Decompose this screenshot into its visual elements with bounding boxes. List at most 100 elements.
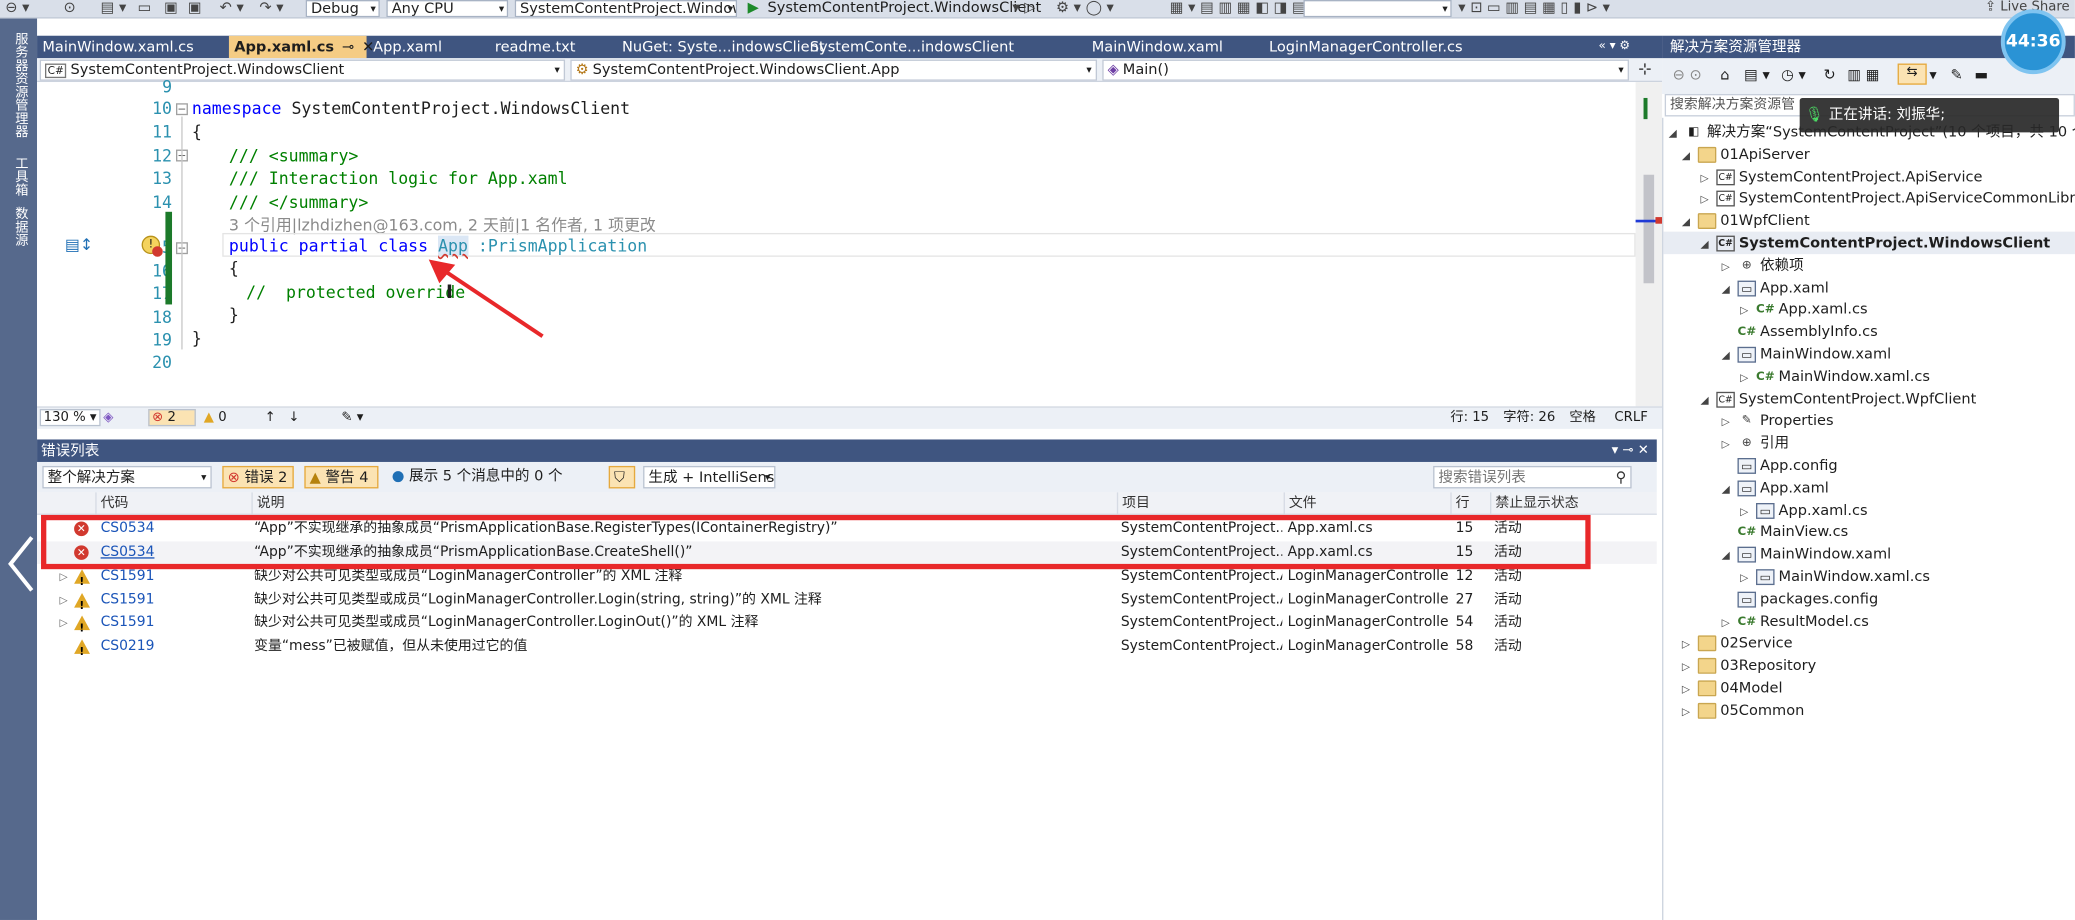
code-editor[interactable]: 9 10 11 12 13 14 15 16 17 18 19 20 ▤↕ ! … <box>37 77 1663 407</box>
tree-node[interactable]: ▷ ⊕ 依赖项 <box>1722 254 1804 277</box>
zoom-select[interactable]: 130 % ▾ <box>39 409 101 427</box>
tree-node[interactable]: ▷ ⊕ 引用 <box>1722 432 1789 455</box>
warnings-filter-button[interactable]: ▲ 警告 4 <box>304 465 379 489</box>
warning-row[interactable]: ! CS0219 变量“mess”已被赋值，但从未使用过它的值 SystemCo… <box>37 635 1657 658</box>
tree-node[interactable]: ◢ ▭ MainWindow.xaml <box>1722 543 1891 567</box>
tree-node[interactable]: ▷ 05Common <box>1682 699 1804 722</box>
col-file[interactable]: 文件 <box>1283 492 1451 515</box>
expanded-arrow-icon[interactable]: ◢ <box>1669 122 1685 145</box>
filter-icon[interactable]: ⛉ <box>608 465 636 489</box>
expanded-arrow-icon[interactable]: ◢ <box>1722 277 1738 300</box>
undo-icon[interactable]: ↶ ▾ <box>220 0 244 16</box>
build-filter-select[interactable]: 生成 + IntelliSense ▾ <box>643 465 776 489</box>
expanded-arrow-icon[interactable]: ◢ <box>1722 478 1738 501</box>
warning-row[interactable]: ▷ ! CS1591 缺少对公共可见类型或成员“LoginManagerCont… <box>37 612 1657 635</box>
nav-up-down-icon[interactable]: ↑ ↓ <box>265 408 300 428</box>
tab-nuget[interactable]: NuGet: Syste...indowsClient <box>617 36 825 59</box>
tree-node[interactable]: ◢ 01ApiServer <box>1682 143 1810 166</box>
preview-icon[interactable]: ▬ <box>1974 66 1988 83</box>
expanded-arrow-icon[interactable]: ◢ <box>1682 211 1698 234</box>
home-icon[interactable]: ⌂ <box>1720 66 1729 83</box>
refresh-icon[interactable]: ↻ <box>1824 66 1836 83</box>
split-icon[interactable]: ⊹ <box>1638 60 1651 79</box>
tree-node[interactable]: ▭ packages.config <box>1722 587 1878 610</box>
expanded-arrow-icon[interactable]: ◢ <box>1722 544 1738 567</box>
tab-app-xaml[interactable]: App.xaml <box>368 36 490 59</box>
tree-node[interactable]: C# AssemblyInfo.cs <box>1722 321 1877 344</box>
editor-scrollbar[interactable] <box>1635 82 1663 407</box>
tab-app-xaml-cs[interactable]: App.xaml.cs ⊸ ✕ <box>228 35 374 59</box>
save-icon[interactable]: ▣ <box>164 0 178 16</box>
new-project-icon[interactable]: ▤ ▾ <box>101 0 127 16</box>
warning-code[interactable]: CS1591 <box>101 589 155 612</box>
run-dropdown-icon[interactable]: ▾ ▷ <box>1012 0 1035 16</box>
tree-node[interactable]: ▷ 02Service <box>1682 632 1793 655</box>
sort-icon[interactable]: ▤↕ <box>65 236 93 255</box>
warning-row[interactable]: ▷ ! CS1591 缺少对公共可见类型或成员“LoginManagerCont… <box>37 589 1657 612</box>
tab-mainwindow-xaml-cs[interactable]: MainWindow.xaml.cs <box>37 36 229 59</box>
server-explorer-tab[interactable]: 服务器资源管理器 <box>9 32 29 138</box>
line-ending[interactable]: CRLF <box>1614 408 1647 428</box>
sync-icon[interactable]: ⇆ <box>1897 63 1927 85</box>
platform-select[interactable]: Any CPU ▾ <box>386 0 509 18</box>
expand-icon[interactable]: ▷ <box>60 612 68 635</box>
collapsed-arrow-icon[interactable]: ▷ <box>1682 655 1698 678</box>
expanded-arrow-icon[interactable]: ◢ <box>1700 389 1716 412</box>
collapsed-arrow-icon[interactable]: ▷ <box>1740 567 1756 590</box>
collapsed-arrow-icon[interactable]: ▷ <box>1700 166 1716 189</box>
warning-code[interactable]: CS1591 <box>101 612 155 635</box>
tree-node[interactable]: ◢ ▭ MainWindow.xaml <box>1722 343 1891 367</box>
col-line[interactable]: 行 <box>1450 492 1490 515</box>
collapsed-arrow-icon[interactable]: ▷ <box>1682 633 1698 656</box>
wrench-icon[interactable]: ✎ <box>1951 66 1963 83</box>
tab-project-props[interactable]: SystemConte...indowsClient <box>805 36 1087 59</box>
tree-node[interactable]: ◢ C# SystemContentProject.WindowsClient <box>1663 231 2075 256</box>
col-code[interactable]: 代码 <box>95 492 251 515</box>
tree-node[interactable]: C# MainView.cs <box>1722 521 1848 544</box>
history-icon[interactable]: ◷ ▾ <box>1781 66 1806 83</box>
tab-login-controller[interactable]: LoginManagerController.cs <box>1264 36 1529 59</box>
scope-select[interactable]: 整个解决方案 ▾ <box>42 465 212 489</box>
redo-icon[interactable]: ↷ ▾ <box>259 0 283 16</box>
collapsed-arrow-icon[interactable]: ▷ <box>1740 500 1756 523</box>
datasource-tab[interactable]: 数据源 <box>9 206 29 246</box>
attach-icon[interactable]: ⚙ ▾ ◯ ▾ <box>1056 0 1114 16</box>
messages-filter-button[interactable]: ● 展示 5 个消息中的 0 个 <box>388 466 600 489</box>
cleanup-icon[interactable]: ✎ ▾ <box>341 408 363 428</box>
save-all-icon[interactable]: ▣ <box>188 0 202 16</box>
collapsed-arrow-icon[interactable]: ▷ <box>1740 300 1756 323</box>
collapse-icon[interactable]: − <box>175 103 188 116</box>
error-count[interactable]: ⊗ 2 <box>148 409 196 427</box>
panel-window-controls-icon[interactable]: ▾ ⊸ ✕ <box>1612 439 1649 462</box>
tree-node[interactable]: ▷ C# ResultModel.cs <box>1722 610 1869 633</box>
expanded-arrow-icon[interactable]: ◢ <box>1700 233 1716 256</box>
collapsed-arrow-icon[interactable]: ▷ <box>1682 678 1698 701</box>
tree-node[interactable]: ▷ C# App.xaml.cs <box>1740 298 1867 321</box>
expanded-arrow-icon[interactable]: ◢ <box>1722 344 1738 367</box>
expand-icon[interactable]: ▷ <box>60 589 68 612</box>
expanded-arrow-icon[interactable]: ◢ <box>1682 144 1698 167</box>
col-project[interactable]: 项目 <box>1116 492 1284 515</box>
collapsed-arrow-icon[interactable]: ▷ <box>1740 366 1756 389</box>
tab-mainwindow-xaml[interactable]: MainWindow.xaml <box>1086 36 1263 59</box>
tab-readme[interactable]: readme.txt <box>490 36 617 59</box>
config-select[interactable]: Debug ▾ <box>305 0 380 18</box>
open-icon[interactable]: ▭ <box>138 0 152 16</box>
forward-icon[interactable]: ⊙ <box>64 0 76 16</box>
scroll-thumb[interactable] <box>1643 174 1655 284</box>
collapsed-arrow-icon[interactable]: ▷ <box>1722 255 1738 278</box>
tree-node[interactable]: ◢ ▭ App.xaml <box>1722 276 1829 299</box>
toolbar-tools-icon[interactable]: ▦ ▾ ▤ ▥ ▦ ◧ ◨ ▤ <box>1170 0 1306 16</box>
errors-filter-button[interactable]: ⊗ 错误 2 <box>222 465 294 489</box>
startup-project-select[interactable]: SystemContentProject.Windows ▾ <box>514 0 738 18</box>
back-icon[interactable]: ⊖ ▾ <box>5 0 29 16</box>
toolbox-tab[interactable]: 工具箱 <box>9 156 29 196</box>
collapsed-arrow-icon[interactable]: ▷ <box>1722 611 1738 634</box>
indent-mode[interactable]: 空格 <box>1569 408 1595 428</box>
collapse-all-icon[interactable]: ▥ ▦ <box>1847 66 1879 83</box>
tab-overflow-icon[interactable]: « ▾ ⚙ <box>1593 36 1659 59</box>
collapsed-arrow-icon[interactable]: ▷ <box>1722 411 1738 434</box>
panel-collapse-chevron-icon[interactable] <box>0 535 37 593</box>
nav-back-icon[interactable]: ⊖ ⊙ <box>1673 66 1702 83</box>
run-icon[interactable]: ▶ <box>748 0 759 16</box>
